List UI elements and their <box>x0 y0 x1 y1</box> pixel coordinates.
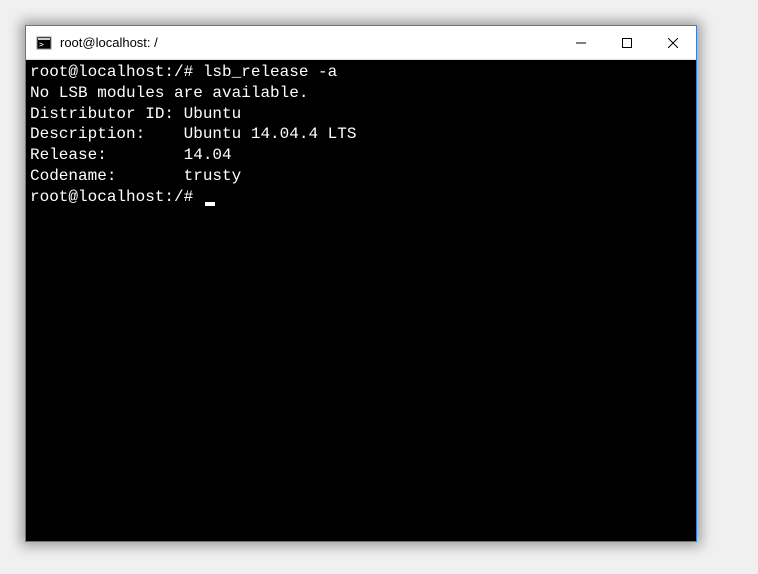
window-controls <box>558 26 696 59</box>
terminal-body[interactable]: root@localhost:/# lsb_release -aNo LSB m… <box>26 60 696 541</box>
terminal-prompt: root@localhost:/# <box>30 188 203 206</box>
terminal-window: > root@localhost: / root@loca <box>25 25 697 542</box>
window-title: root@localhost: / <box>60 35 558 50</box>
close-icon <box>668 38 678 48</box>
close-button[interactable] <box>650 26 696 59</box>
titlebar[interactable]: > root@localhost: / <box>26 26 696 60</box>
minimize-icon <box>576 38 586 48</box>
terminal-line: Description: Ubuntu 14.04.4 LTS <box>30 124 692 145</box>
terminal-line: Distributor ID: Ubuntu <box>30 104 692 125</box>
app-icon: > <box>36 35 52 51</box>
maximize-button[interactable] <box>604 26 650 59</box>
svg-text:>: > <box>39 40 44 49</box>
minimize-button[interactable] <box>558 26 604 59</box>
terminal-line: root@localhost:/# lsb_release -a <box>30 62 692 83</box>
terminal-line: No LSB modules are available. <box>30 83 692 104</box>
terminal-prompt-line: root@localhost:/# <box>30 187 692 208</box>
terminal-line: Release: 14.04 <box>30 145 692 166</box>
maximize-icon <box>622 38 632 48</box>
cursor-icon <box>205 202 215 206</box>
terminal-line: Codename: trusty <box>30 166 692 187</box>
